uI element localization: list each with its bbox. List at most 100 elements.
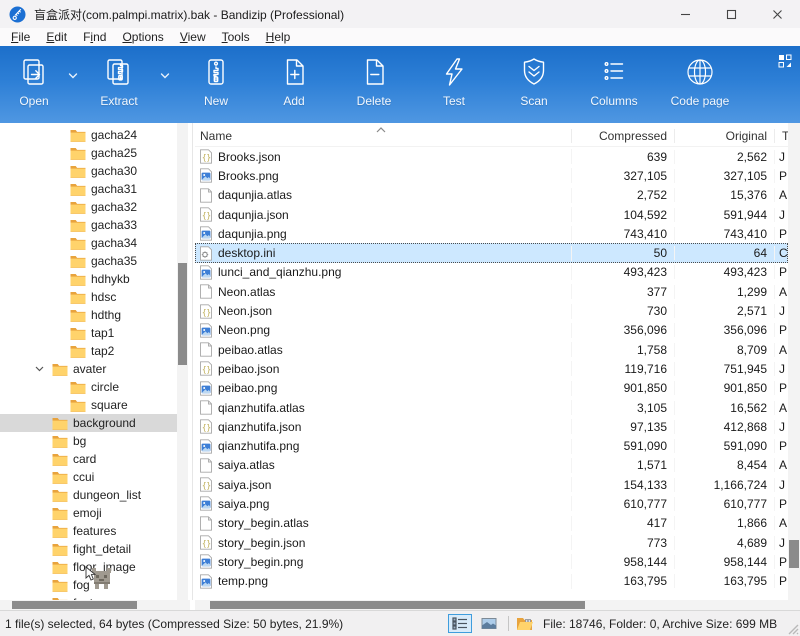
tree-item-label: emoji xyxy=(73,506,102,520)
file-row-Neon.json[interactable]: {}Neon.json7302,571J xyxy=(195,301,788,320)
toolbar-columns-button[interactable]: Columns xyxy=(574,54,654,116)
filelist-vertical-scrollbar[interactable] xyxy=(788,123,800,600)
file-row-story_begin.png[interactable]: story_begin.png958,144958,144P xyxy=(195,552,788,571)
toolbar-scan-button[interactable]: Scan xyxy=(494,54,574,116)
tree-item-emoji[interactable]: emoji xyxy=(0,504,177,522)
sidebar-vscroll-thumb[interactable] xyxy=(178,263,187,365)
main-area: gacha24gacha25gacha30gacha31gacha32 gacha… xyxy=(0,123,800,600)
file-row-peibao.json[interactable]: {}peibao.json119,716751,945J xyxy=(195,359,788,378)
menu-find[interactable]: Find xyxy=(75,28,114,46)
tree-item-card[interactable]: card xyxy=(0,450,177,468)
file-row-temp.png[interactable]: temp.png163,795163,795P xyxy=(195,572,788,591)
toolbar-test-button[interactable]: Test xyxy=(414,54,494,116)
file-row-Brooks.json[interactable]: {}Brooks.json6392,562J xyxy=(195,147,788,166)
columns-list-icon xyxy=(598,56,630,88)
toolbar-code-page-button[interactable]: Code page xyxy=(654,54,746,116)
folder-icon xyxy=(70,147,86,160)
tree-item-tap2[interactable]: tap2 xyxy=(0,342,177,360)
file-original-cell: 2,562 xyxy=(675,150,775,164)
file-row-saiya.atlas[interactable]: saiya.atlas1,5718,454A xyxy=(195,456,788,475)
maximize-button[interactable] xyxy=(708,0,754,28)
tree-item-gacha24[interactable]: gacha24 xyxy=(0,126,177,144)
filelist-horizontal-scrollbar[interactable] xyxy=(195,600,788,610)
file-row-daqunjia.json[interactable]: {}daqunjia.json104,592591,944J xyxy=(195,205,788,224)
file-row-saiya.json[interactable]: {}saiya.json154,1331,166,724J xyxy=(195,475,788,494)
minimize-button[interactable] xyxy=(662,0,708,28)
tree-expander-icon[interactable] xyxy=(34,363,45,374)
tree-item-circle[interactable]: circle xyxy=(0,378,177,396)
tree-item-avater[interactable]: avater xyxy=(0,360,177,378)
sidebar-hscroll-thumb[interactable] xyxy=(12,601,137,609)
toolbar-add-button[interactable]: Add xyxy=(254,54,334,116)
tree-item-hdhykb[interactable]: hdhykb xyxy=(0,270,177,288)
toolbar-extract-dropdown[interactable] xyxy=(152,54,178,98)
tree-item-gacha33[interactable]: gacha33 xyxy=(0,216,177,234)
details-view-button[interactable] xyxy=(448,614,472,633)
toolbar-open-dropdown[interactable] xyxy=(60,54,86,98)
tree-item-ccui[interactable]: ccui xyxy=(0,468,177,486)
tree-item-gacha34[interactable]: gacha34 xyxy=(0,234,177,252)
menu-view[interactable]: View xyxy=(172,28,214,46)
file-original-cell: 412,868 xyxy=(675,420,775,434)
tree-item-gacha31[interactable]: gacha31 xyxy=(0,180,177,198)
tree-item-fog[interactable]: fog xyxy=(0,576,177,594)
filelist-hscroll-thumb[interactable] xyxy=(210,601,585,609)
pane-splitter[interactable] xyxy=(192,123,193,600)
tree-item-tap1[interactable]: tap1 xyxy=(0,324,177,342)
toolbar-delete-button[interactable]: Delete xyxy=(334,54,414,116)
file-row-Neon.png[interactable]: Neon.png356,096356,096P xyxy=(195,321,788,340)
file-row-saiya.png[interactable]: saiya.png610,777610,777P xyxy=(195,494,788,513)
chevron-down-icon xyxy=(66,69,80,83)
toolbar-extract-button[interactable]: Extract xyxy=(86,54,152,116)
tree-item-fight_detail[interactable]: fight_detail xyxy=(0,540,177,558)
menu-options[interactable]: Options xyxy=(114,28,171,46)
file-row-story_begin.json[interactable]: {}story_begin.json7734,689J xyxy=(195,533,788,552)
tree-item-dungeon_list[interactable]: dungeon_list xyxy=(0,486,177,504)
column-header-compressed[interactable]: Compressed xyxy=(572,129,675,143)
tree-item-square[interactable]: square xyxy=(0,396,177,414)
file-row-peibao.png[interactable]: peibao.png901,850901,850P xyxy=(195,379,788,398)
file-row-qianzhutifa.png[interactable]: qianzhutifa.png591,090591,090P xyxy=(195,436,788,455)
file-row-lunci_and_qianzhu.png[interactable]: lunci_and_qianzhu.png493,423493,423P xyxy=(195,263,788,282)
close-button[interactable] xyxy=(754,0,800,28)
tree-item-features[interactable]: features xyxy=(0,522,177,540)
toolbar-new-button[interactable]: New xyxy=(178,54,254,116)
tree-item-gacha35[interactable]: gacha35 xyxy=(0,252,177,270)
tree-item-gacha32[interactable]: gacha32 xyxy=(0,198,177,216)
tree-item-gacha25[interactable]: gacha25 xyxy=(0,144,177,162)
filelist-vscroll-thumb[interactable] xyxy=(789,540,799,568)
file-row-daqunjia.png[interactable]: daqunjia.png743,410743,410P xyxy=(195,224,788,243)
toolbar-open-button[interactable]: Open xyxy=(8,54,60,116)
file-compressed-cell: 377 xyxy=(572,285,675,299)
file-row-qianzhutifa.json[interactable]: {}qianzhutifa.json97,135412,868J xyxy=(195,417,788,436)
tree-item-gacha30[interactable]: gacha30 xyxy=(0,162,177,180)
ini-file-icon xyxy=(199,246,213,261)
file-row-daqunjia.atlas[interactable]: daqunjia.atlas2,75215,376A xyxy=(195,186,788,205)
file-row-qianzhutifa.atlas[interactable]: qianzhutifa.atlas3,10516,562A xyxy=(195,398,788,417)
sidebar-vertical-scrollbar[interactable] xyxy=(177,123,188,600)
sidebar-horizontal-scrollbar[interactable] xyxy=(0,600,190,610)
column-header-original[interactable]: Original xyxy=(675,129,775,143)
file-row-story_begin.atlas[interactable]: story_begin.atlas4171,866A xyxy=(195,514,788,533)
resize-grip-icon[interactable] xyxy=(787,623,799,635)
menu-tools[interactable]: Tools xyxy=(214,28,258,46)
file-type-cell: P xyxy=(775,381,788,395)
file-row-Neon.atlas[interactable]: Neon.atlas3771,299A xyxy=(195,282,788,301)
toolbar-open-label: Open xyxy=(19,94,48,108)
menu-help[interactable]: Help xyxy=(258,28,299,46)
thumbnail-view-button[interactable] xyxy=(477,614,501,633)
toolbar-layout-icon[interactable] xyxy=(778,54,792,68)
tree-item-label: gacha33 xyxy=(91,218,137,232)
menu-edit[interactable]: Edit xyxy=(38,28,75,46)
menu-file[interactable]: File xyxy=(3,28,38,46)
file-row-desktop.ini[interactable]: desktop.ini5064C xyxy=(195,243,788,262)
tree-item-floor_image[interactable]: floor_image xyxy=(0,558,177,576)
tree-item-hdsc[interactable]: hdsc xyxy=(0,288,177,306)
tree-item-bg[interactable]: bg xyxy=(0,432,177,450)
file-name-cell: temp.png xyxy=(195,574,572,589)
column-header-type[interactable]: Type xyxy=(775,129,788,143)
file-row-Brooks.png[interactable]: Brooks.png327,105327,105P xyxy=(195,166,788,185)
tree-item-hdthg[interactable]: hdthg xyxy=(0,306,177,324)
file-row-peibao.atlas[interactable]: peibao.atlas1,7588,709A xyxy=(195,340,788,359)
tree-item-background[interactable]: background xyxy=(0,414,177,432)
